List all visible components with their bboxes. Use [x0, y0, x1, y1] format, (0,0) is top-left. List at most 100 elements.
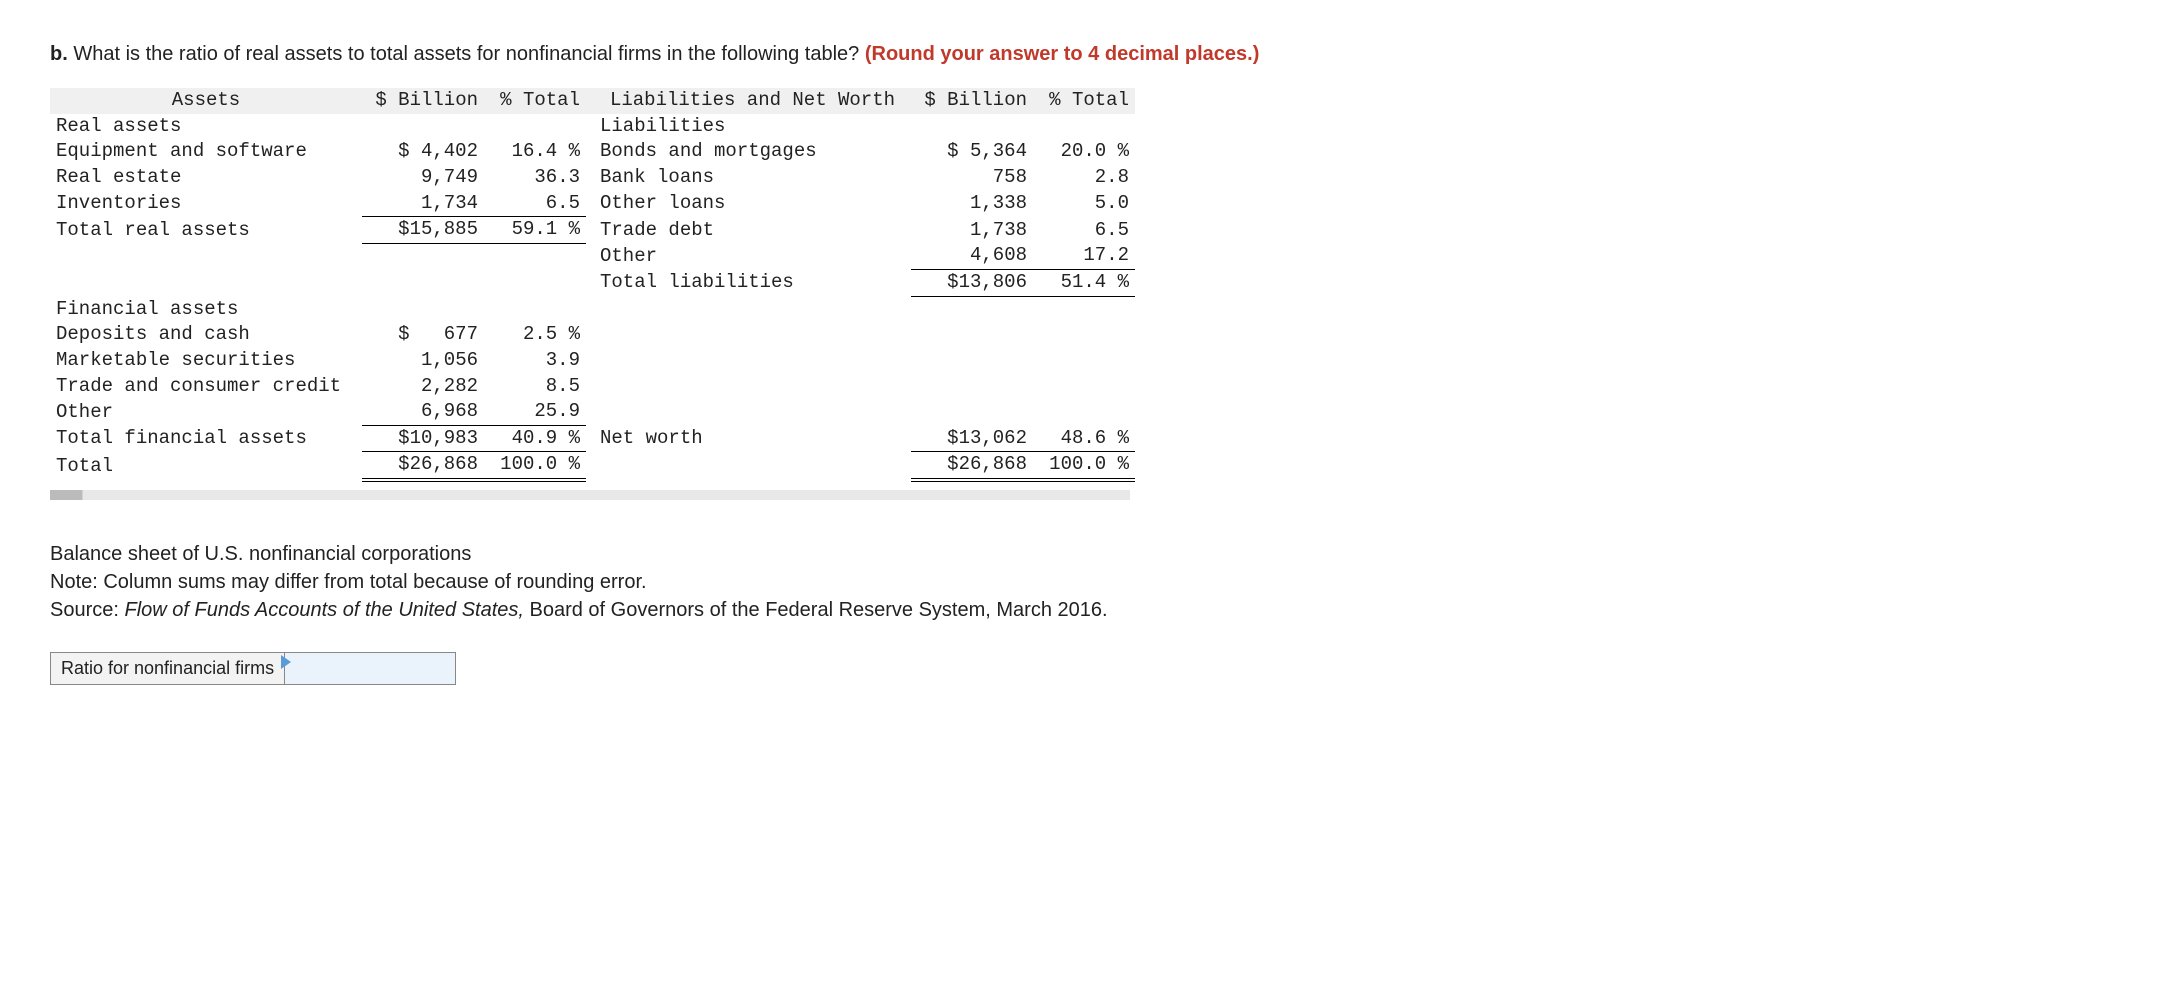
footer-source-italic: Flow of Funds Accounts of the United Sta…	[124, 599, 523, 621]
table-cell	[586, 452, 911, 480]
answer-input-cell[interactable]	[285, 653, 456, 685]
table-row: Deposits and cash$ 6772.5 %	[50, 322, 1135, 348]
table-cell: 758	[911, 165, 1033, 191]
table-cell: Total real assets	[50, 217, 362, 244]
table-cell: 51.4 %	[1033, 269, 1135, 296]
table-cell: $ 677	[362, 322, 484, 348]
table-cell	[484, 269, 586, 296]
hdr-assets-pct: % Total	[484, 88, 586, 114]
question-text: b. What is the ratio of real assets to t…	[50, 40, 2124, 68]
table-row: Total$26,868100.0 %$26,868100.0 %	[50, 452, 1135, 480]
balance-sheet-table: Assets $ Billion % Total Liabilities and…	[50, 88, 1135, 482]
table-header-row: Assets $ Billion % Total Liabilities and…	[50, 88, 1135, 114]
table-cell: 2.8	[1033, 165, 1135, 191]
table-cell: 8.5	[484, 374, 586, 400]
table-cell: Total financial assets	[50, 425, 362, 452]
table-cell	[586, 322, 911, 348]
table-row: Other6,96825.9	[50, 399, 1135, 425]
table-cell: $15,885	[362, 217, 484, 244]
dropdown-icon	[281, 655, 291, 669]
table-cell: Deposits and cash	[50, 322, 362, 348]
table-cell: $13,806	[911, 269, 1033, 296]
table-cell	[911, 297, 1033, 323]
table-row: Marketable securities1,0563.9	[50, 348, 1135, 374]
table-cell	[911, 114, 1033, 140]
table-cell	[911, 399, 1033, 425]
answer-label: Ratio for nonfinancial firms	[51, 653, 285, 685]
footer-source: Source: Flow of Funds Accounts of the Un…	[50, 596, 2124, 624]
table-cell: Real estate	[50, 165, 362, 191]
table-footer: Balance sheet of U.S. nonfinancial corpo…	[50, 540, 2124, 624]
table-row: Total real assets$15,88559.1 %Trade debt…	[50, 217, 1135, 244]
table-cell	[362, 297, 484, 323]
table-cell	[362, 114, 484, 140]
hdr-assets: Assets	[50, 88, 362, 114]
table-row: Total liabilities$13,80651.4 %	[50, 269, 1135, 296]
hdr-liab-pct: % Total	[1033, 88, 1135, 114]
table-cell: Total liabilities	[586, 269, 911, 296]
table-cell: $ 5,364	[911, 139, 1033, 165]
table-cell: Equipment and software	[50, 139, 362, 165]
table-cell: Net worth	[586, 425, 911, 452]
ratio-input[interactable]	[295, 657, 449, 680]
table-cell: Marketable securities	[50, 348, 362, 374]
table-cell: 6.5	[484, 191, 586, 217]
table-cell: 17.2	[1033, 243, 1135, 269]
table-cell	[586, 297, 911, 323]
table-cell: Other	[586, 243, 911, 269]
table-row: Trade and consumer credit2,2828.5	[50, 374, 1135, 400]
question-body: What is the ratio of real assets to tota…	[68, 43, 865, 65]
table-cell: 25.9	[484, 399, 586, 425]
table-cell: $10,983	[362, 425, 484, 452]
table-cell: 4,608	[911, 243, 1033, 269]
table-cell	[484, 114, 586, 140]
table-cell	[50, 269, 362, 296]
table-cell: 100.0 %	[1033, 452, 1135, 480]
question-label: b.	[50, 43, 68, 65]
question-hint-red: (Round your answer to 4 decimal places.)	[865, 43, 1260, 65]
table-cell: 40.9 %	[484, 425, 586, 452]
hdr-liabilities: Liabilities and Net Worth	[586, 88, 911, 114]
table-cell	[1033, 297, 1135, 323]
table-row: Equipment and software$ 4,40216.4 %Bonds…	[50, 139, 1135, 165]
table-cell	[1033, 399, 1135, 425]
table-cell	[484, 243, 586, 269]
table-cell	[911, 374, 1033, 400]
table-row: Real assets Liabilities	[50, 114, 1135, 140]
table-cell: Liabilities	[586, 114, 911, 140]
table-row: Financial assets	[50, 297, 1135, 323]
table-cell: Real assets	[50, 114, 362, 140]
table-cell: Inventories	[50, 191, 362, 217]
table-cell: 1,738	[911, 217, 1033, 244]
horizontal-scrollbar[interactable]	[50, 490, 1130, 500]
table-cell	[362, 269, 484, 296]
table-cell: $ 4,402	[362, 139, 484, 165]
hdr-assets-billion: $ Billion	[362, 88, 484, 114]
table-cell	[911, 322, 1033, 348]
table-cell	[1033, 374, 1135, 400]
table-cell: 1,338	[911, 191, 1033, 217]
table-cell: Trade and consumer credit	[50, 374, 362, 400]
table-cell: 1,734	[362, 191, 484, 217]
table-cell: 1,056	[362, 348, 484, 374]
table-cell: Bonds and mortgages	[586, 139, 911, 165]
table-cell: 6,968	[362, 399, 484, 425]
table-cell: Bank loans	[586, 165, 911, 191]
table-cell	[484, 297, 586, 323]
table-cell: 2,282	[362, 374, 484, 400]
footer-note: Note: Column sums may differ from total …	[50, 568, 2124, 596]
table-cell	[1033, 114, 1135, 140]
table-cell: Other loans	[586, 191, 911, 217]
table-cell: $26,868	[911, 452, 1033, 480]
table-cell: Trade debt	[586, 217, 911, 244]
table-cell	[586, 348, 911, 374]
table-cell: 36.3	[484, 165, 586, 191]
table-cell: 16.4 %	[484, 139, 586, 165]
table-cell	[1033, 322, 1135, 348]
table-cell	[1033, 348, 1135, 374]
table-cell: Total	[50, 452, 362, 480]
table-cell	[50, 243, 362, 269]
table-row: Inventories1,7346.5Other loans1,3385.0	[50, 191, 1135, 217]
table-cell: 2.5 %	[484, 322, 586, 348]
table-cell: $13,062	[911, 425, 1033, 452]
